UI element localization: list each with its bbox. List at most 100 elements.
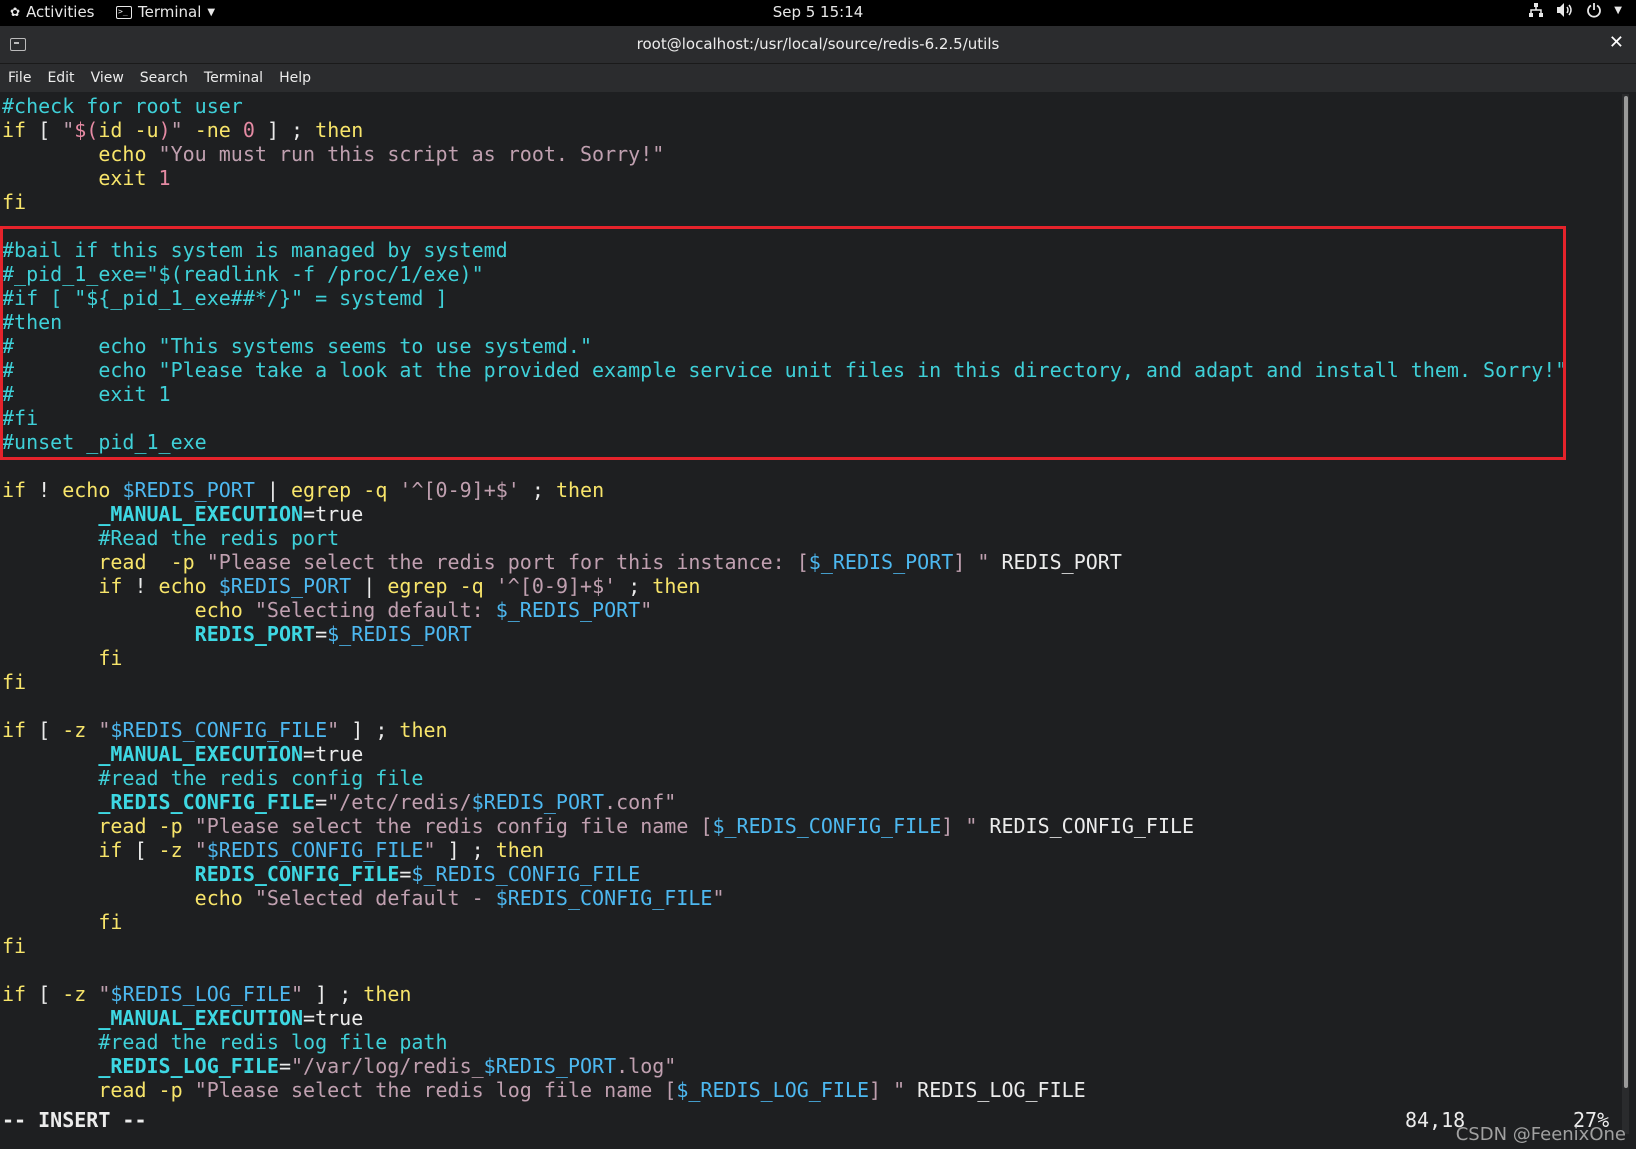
code-token: -z [62,982,87,1006]
code-token: = [315,790,328,814]
code-token: = [399,862,412,886]
code-line: fi [2,670,1567,694]
menu-terminal[interactable]: Terminal [196,70,271,86]
code-token: ; [519,478,556,502]
code-token: " [170,118,183,142]
code-token: ! [26,478,63,502]
activities-button[interactable]: ✿ Activities [10,3,95,21]
code-token: then [495,838,544,862]
code-token: ; [616,574,653,598]
code-line: _REDIS_CONFIG_FILE="/etc/redis/$REDIS_PO… [2,790,1567,814]
code-line: _MANUAL_EXECUTION=true [2,742,1567,766]
code-token: fi [2,934,27,958]
window-menu-icon[interactable] [10,38,26,51]
code-token: -p [170,550,195,574]
code-line: if ! echo $REDIS_PORT | egrep -q '^[0-9]… [2,478,1567,502]
code-token: $_REDIS_CONFIG_FILE [712,814,942,838]
code-line: if [ -z "$REDIS_CONFIG_FILE" ] ; then [2,838,1567,862]
code-token: read [98,814,147,838]
menu-file[interactable]: File [0,70,39,86]
app-menu-label: Terminal [138,3,202,21]
menu-search[interactable]: Search [132,70,196,86]
code-token: _REDIS_CONFIG_FILE [98,790,316,814]
code-token: " [327,718,340,742]
code-line: echo "Selected default - $REDIS_CONFIG_F… [2,886,1567,910]
code-token: $REDIS_CONFIG_FILE [206,838,424,862]
code-token: "Selecting default: [254,598,496,622]
code-token: fi [98,910,123,934]
code-token: " [98,718,111,742]
code-token: if [98,838,123,862]
code-token: REDIS_PORT [194,622,316,646]
code-token: " [291,982,304,1006]
clock[interactable]: Sep 5 15:14 [773,3,864,21]
app-menu-button[interactable]: >_ Terminal ▼ [116,3,215,21]
window-title-bar[interactable]: root@localhost:/usr/local/source/redis-6… [0,26,1636,64]
code-token: ! [122,574,159,598]
code-token: "You must run this script as root. Sorry… [158,142,665,166]
code-token: REDIS_PORT [989,550,1122,574]
code-token: $_REDIS_LOG_FILE [676,1078,869,1102]
code-token: ] ; [254,118,316,142]
code-token: echo [194,598,243,622]
code-line: fi [2,934,1567,958]
code-token: echo [194,886,243,910]
code-token: if [2,478,27,502]
code-token: then [363,982,412,1006]
code-token: $REDIS_PORT [483,1054,617,1078]
code-token: $REDIS_PORT [122,478,255,502]
close-icon[interactable]: ✕ [1609,32,1624,53]
code-token: then [399,718,448,742]
menu-view[interactable]: View [83,70,132,86]
menu-edit[interactable]: Edit [39,70,82,86]
code-token: if [2,982,27,1006]
code-token: $REDIS_LOG_FILE [110,982,292,1006]
code-token: $_REDIS_PORT [808,550,954,574]
code-line: #Read the redis port [2,526,1567,550]
code-line: _REDIS_LOG_FILE="/var/log/redis_$REDIS_P… [2,1054,1567,1078]
code-token: -q [363,478,388,502]
code-line: #check for root user [2,94,1567,118]
code-token: " [194,838,207,862]
code-line: _MANUAL_EXECUTION=true [2,1006,1567,1030]
code-token: | [254,478,292,502]
chevron-down-icon: ▼ [207,6,216,18]
code-token: -z [62,718,87,742]
code-token: REDIS_LOG_FILE [905,1078,1086,1102]
code-token: -p [158,814,183,838]
menu-help[interactable]: Help [271,70,319,86]
code-line: #read the redis log file path [2,1030,1567,1054]
code-token: #read the redis log file path [98,1030,448,1054]
scrollbar-thumb[interactable] [1624,96,1628,1088]
code-token: " [62,118,75,142]
code-line: echo "Selecting default: $_REDIS_PORT" [2,598,1567,622]
system-tray[interactable]: ▼ [1528,2,1622,18]
code-token: then [652,574,701,598]
code-token: " [98,982,111,1006]
terminal-view[interactable]: #check for root user if [ "$(id -u)" -ne … [0,92,1620,1149]
activities-label: Activities [26,3,95,21]
code-token: = [315,622,328,646]
code-token: echo [98,142,147,166]
code-token: if [2,118,27,142]
code-token: $REDIS_CONFIG_FILE [110,718,328,742]
code-token: | [351,574,388,598]
code-token: echo [158,574,207,598]
vim-mode-indicator: -- INSERT -- [2,1108,147,1132]
